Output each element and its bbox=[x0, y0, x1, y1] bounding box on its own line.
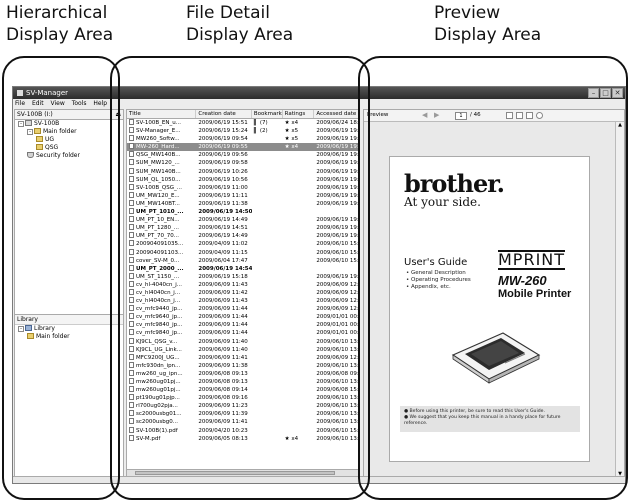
file-detail-area-outline bbox=[110, 56, 370, 500]
callout-line: Hierarchical bbox=[6, 3, 108, 23]
preview-area-outline bbox=[358, 56, 628, 500]
callout-line: Display Area bbox=[434, 25, 542, 45]
preview-area-callout: Preview Display Area bbox=[434, 2, 541, 46]
callout-line: File Detail bbox=[186, 3, 270, 23]
hierarchical-area-outline bbox=[2, 56, 120, 500]
callout-line: Preview bbox=[434, 3, 501, 23]
callout-line: Display Area bbox=[6, 25, 114, 45]
hierarchical-area-callout: Hierarchical Display Area bbox=[6, 2, 113, 46]
callout-line: Display Area bbox=[186, 25, 294, 45]
file-detail-area-callout: File Detail Display Area bbox=[186, 2, 293, 46]
